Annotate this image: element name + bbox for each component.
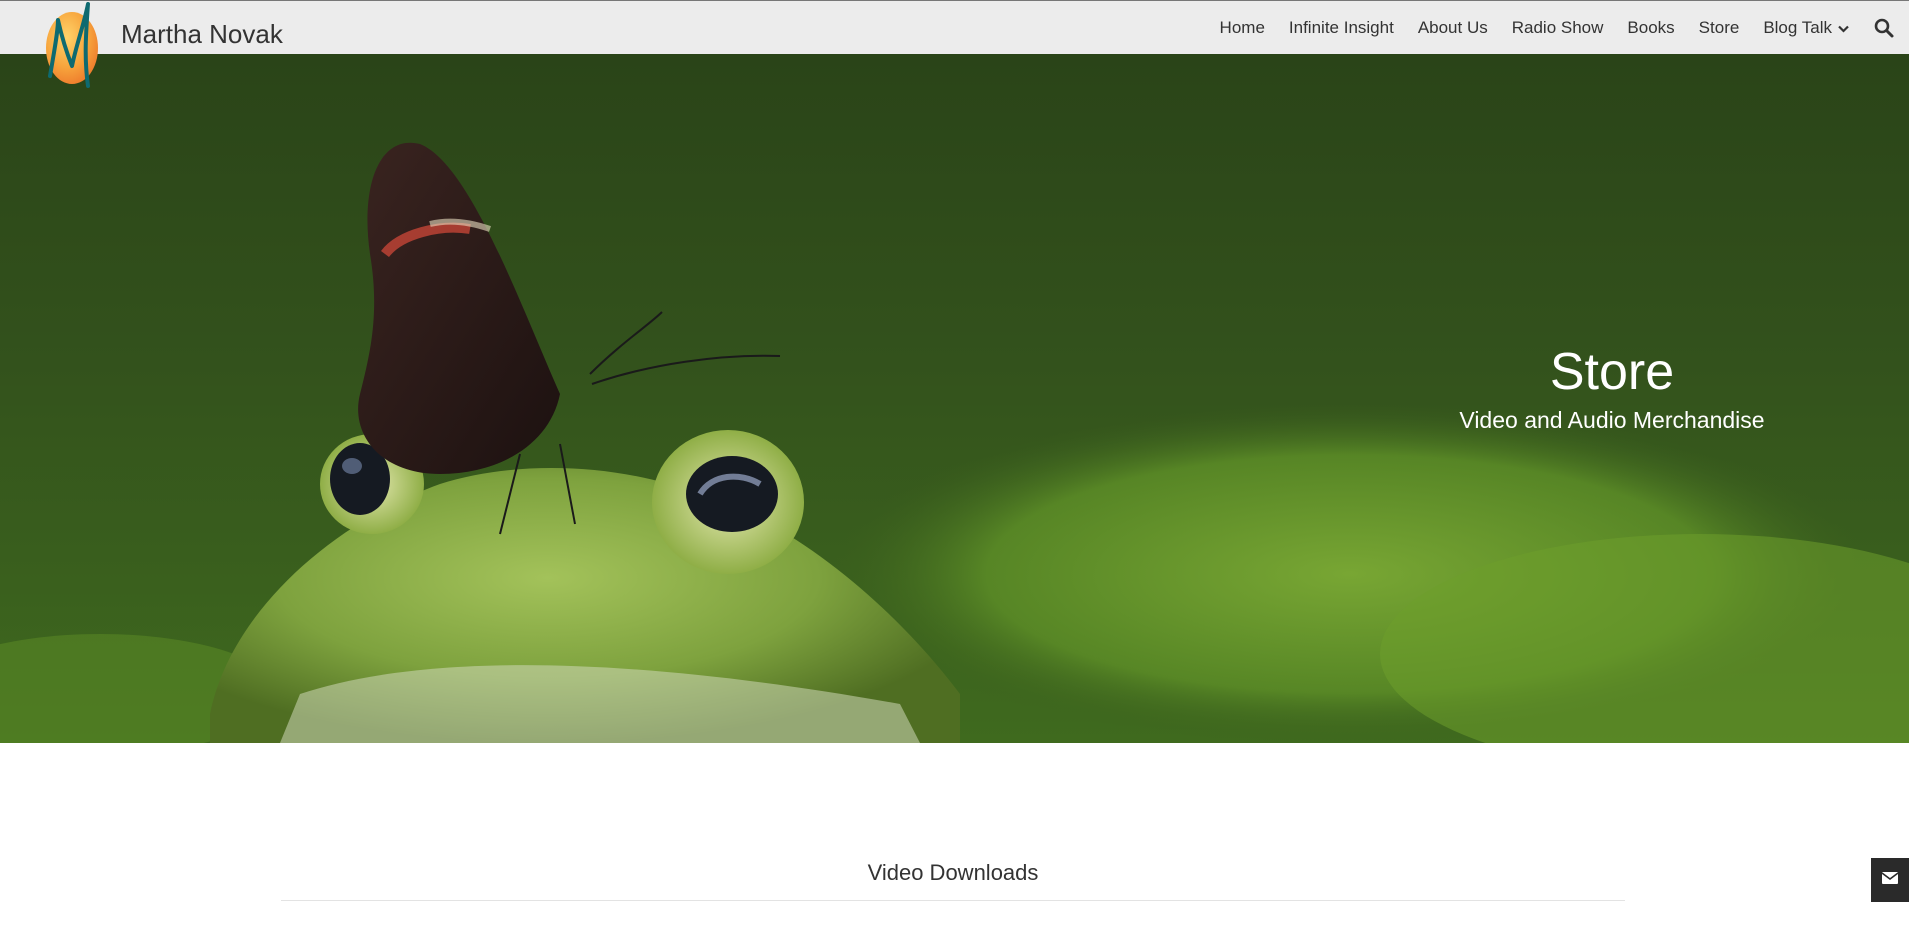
m-monogram-logo[interactable] bbox=[44, 2, 100, 90]
section-title: Video Downloads bbox=[867, 860, 1039, 885]
hero-title: Store bbox=[1549, 343, 1675, 401]
nav-item-label: Radio Show bbox=[1511, 18, 1604, 37]
site-header: Martha Novak Home Infinite Insight About… bbox=[0, 0, 1909, 54]
nav-item-store[interactable]: Store bbox=[1699, 18, 1740, 38]
nav-item-books[interactable]: Books bbox=[1627, 18, 1674, 38]
nav-item-home[interactable]: Home bbox=[1220, 18, 1265, 38]
nav-item-label: Store bbox=[1698, 18, 1740, 37]
hero-banner: Store Video and Audio Merchandise bbox=[0, 54, 1909, 743]
hero-text: Store Video and Audio Merchandise bbox=[1358, 343, 1866, 434]
main-nav: Home Infinite Insight About Us Radio Sho… bbox=[1220, 1, 1909, 55]
nav-item-blog-talk[interactable]: Blog Talk bbox=[1763, 18, 1849, 38]
nav-item-radio-show[interactable]: Radio Show bbox=[1512, 18, 1604, 38]
search-icon[interactable] bbox=[1873, 17, 1895, 39]
nav-item-about-us[interactable]: About Us bbox=[1418, 18, 1488, 38]
contact-tab[interactable] bbox=[1871, 858, 1909, 902]
section-divider bbox=[281, 900, 1625, 901]
nav-item-label: About Us bbox=[1417, 18, 1488, 37]
nav-item-infinite-insight[interactable]: Infinite Insight bbox=[1289, 18, 1394, 38]
envelope-icon bbox=[1881, 871, 1899, 889]
site-title[interactable]: Martha Novak bbox=[121, 19, 283, 50]
nav-item-label: Books bbox=[1627, 18, 1675, 37]
chevron-down-icon bbox=[1838, 18, 1849, 38]
nav-item-label: Home bbox=[1219, 18, 1265, 37]
hero-subtitle: Video and Audio Merchandise bbox=[1459, 407, 1765, 434]
nav-item-label: Infinite Insight bbox=[1288, 18, 1394, 37]
nav-item-label: Blog Talk bbox=[1763, 18, 1832, 37]
